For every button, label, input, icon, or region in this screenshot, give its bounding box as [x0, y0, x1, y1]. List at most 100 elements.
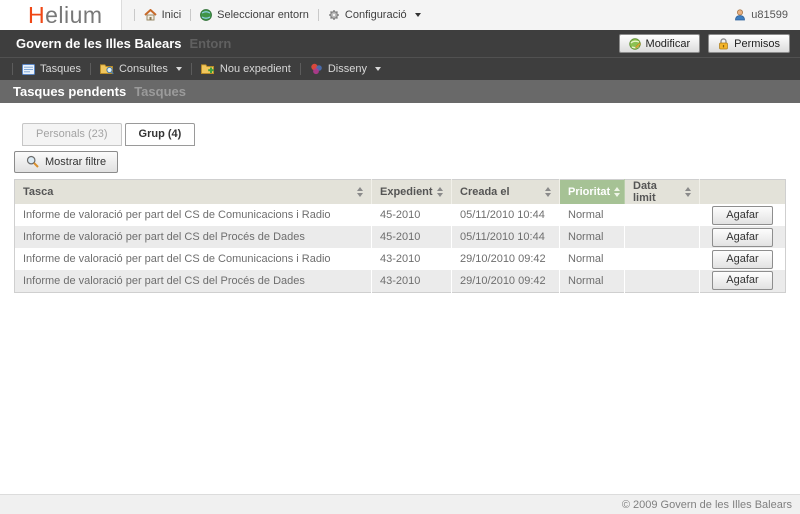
agafar-button[interactable]: Agafar — [712, 250, 772, 269]
cell-tasca: Informe de valoració per part del CS del… — [15, 226, 372, 248]
menu-label: Inici — [162, 9, 182, 21]
table-row: Informe de valoració per part del CS del… — [15, 270, 786, 292]
table-header-row: Tasca Expedient Creada el Prioritat — [15, 180, 786, 205]
logo-rest: elium — [45, 3, 102, 27]
chevron-down-icon — [375, 67, 381, 71]
column-header-expedient[interactable]: Expedient — [372, 180, 452, 205]
menu-configuracio[interactable]: Configuració — [328, 9, 421, 21]
cell-data-limit — [625, 226, 700, 248]
cell-expedient: 45-2010 — [372, 204, 452, 226]
top-menu: Inici Seleccionar entorn — [121, 0, 800, 30]
nav-tasques[interactable]: Tasques — [22, 63, 81, 75]
sort-icon — [614, 187, 620, 197]
cell-prioritat: Normal — [560, 270, 625, 292]
nav-label: Nou expedient — [220, 63, 291, 75]
entity-bar: Govern de les Illes Balears Entorn Modif… — [0, 30, 800, 57]
edit-globe-icon — [629, 38, 641, 50]
cell-prioritat: Normal — [560, 204, 625, 226]
column-header-data-limit[interactable]: Data limit — [625, 180, 700, 205]
column-header-creada-el[interactable]: Creada el — [452, 180, 560, 205]
module-navbar: Tasques Consultes — [0, 57, 800, 80]
agafar-button[interactable]: Agafar — [712, 206, 772, 225]
page-title-bar: Tasques pendents Tasques — [0, 80, 800, 103]
tasks-icon — [22, 64, 35, 75]
cell-tasca: Informe de valoració per part del CS del… — [15, 270, 372, 292]
nav-disseny[interactable]: Disseny — [310, 63, 381, 75]
copyright-text: © 2009 Govern de les Illes Balears — [622, 499, 792, 511]
cell-creada-el: 29/10/2010 09:42 — [452, 248, 560, 270]
helium-app: Helium Inici — [0, 0, 800, 514]
modificar-button[interactable]: Modificar — [619, 34, 701, 53]
chevron-down-icon — [415, 13, 421, 17]
nav-label: Consultes — [119, 63, 168, 75]
tab-bar: Personals (23) Grup (4) — [22, 123, 786, 146]
user-badge[interactable]: u81599 — [734, 9, 788, 21]
folder-add-icon — [201, 63, 215, 75]
sort-icon — [545, 187, 551, 197]
divider — [90, 63, 91, 75]
cell-creada-el: 29/10/2010 09:42 — [452, 270, 560, 292]
mostrar-filtre-button[interactable]: Mostrar filtre — [14, 151, 118, 173]
tab-grup[interactable]: Grup (4) — [125, 123, 196, 146]
pending-tasks-table: Tasca Expedient Creada el Prioritat — [14, 179, 786, 293]
divider — [191, 63, 192, 75]
menu-seleccionar-entorn[interactable]: Seleccionar entorn — [200, 9, 309, 21]
cell-expedient: 43-2010 — [372, 248, 452, 270]
table-row: Informe de valoració per part del CS del… — [15, 226, 786, 248]
cell-expedient: 45-2010 — [372, 226, 452, 248]
menu-label: Seleccionar entorn — [217, 9, 309, 21]
cell-data-limit — [625, 204, 700, 226]
menu-label: Configuració — [345, 9, 407, 21]
divider — [190, 9, 191, 21]
tab-personals[interactable]: Personals (23) — [22, 123, 122, 146]
agafar-button[interactable]: Agafar — [712, 271, 772, 290]
footer: © 2009 Govern de les Illes Balears — [0, 494, 800, 514]
cell-tasca: Informe de valoració per part del CS de … — [15, 204, 372, 226]
cell-prioritat: Normal — [560, 248, 625, 270]
page-subtitle: Tasques — [134, 84, 186, 99]
magnifier-icon — [26, 155, 39, 168]
sort-icon — [437, 187, 443, 197]
nav-label: Disseny — [328, 63, 367, 75]
table-row: Informe de valoració per part del CS de … — [15, 248, 786, 270]
username: u81599 — [751, 9, 788, 21]
divider — [300, 63, 301, 75]
cell-data-limit — [625, 248, 700, 270]
button-label: Permisos — [734, 38, 780, 50]
lock-icon — [718, 38, 729, 50]
column-header-tasca[interactable]: Tasca — [15, 180, 372, 205]
permisos-button[interactable]: Permisos — [708, 34, 790, 53]
nav-consultes[interactable]: Consultes — [100, 63, 182, 75]
agafar-button[interactable]: Agafar — [712, 228, 772, 247]
divider — [12, 63, 13, 75]
user-icon — [734, 9, 746, 21]
topbar: Helium Inici — [0, 0, 800, 30]
tab-label: Grup (4) — [139, 128, 182, 140]
page-title: Tasques pendents — [13, 84, 126, 99]
cell-expedient: 43-2010 — [372, 270, 452, 292]
logo-initial: H — [28, 3, 45, 27]
divider — [318, 9, 319, 21]
home-icon — [144, 9, 157, 21]
column-header-actions — [700, 180, 786, 205]
entity-title: Govern de les Illes Balears — [16, 36, 181, 51]
entity-subtitle: Entorn — [189, 36, 231, 51]
nav-nou-expedient[interactable]: Nou expedient — [201, 63, 291, 75]
cell-tasca: Informe de valoració per part del CS de … — [15, 248, 372, 270]
cell-data-limit — [625, 270, 700, 292]
folder-search-icon — [100, 63, 114, 75]
button-label: Mostrar filtre — [45, 156, 106, 168]
cell-creada-el: 05/11/2010 10:44 — [452, 204, 560, 226]
nav-label: Tasques — [40, 63, 81, 75]
table-row: Informe de valoració per part del CS de … — [15, 204, 786, 226]
content: Personals (23) Grup (4) Mostrar filtre — [0, 103, 800, 494]
palette-icon — [310, 63, 323, 75]
divider — [134, 9, 135, 21]
tab-label: Personals (23) — [36, 128, 108, 140]
menu-inici[interactable]: Inici — [144, 9, 182, 21]
sort-icon — [357, 187, 363, 197]
column-header-prioritat[interactable]: Prioritat — [560, 180, 625, 205]
button-label: Modificar — [646, 38, 691, 50]
gear-icon — [328, 9, 340, 21]
app-logo[interactable]: Helium — [0, 0, 121, 30]
